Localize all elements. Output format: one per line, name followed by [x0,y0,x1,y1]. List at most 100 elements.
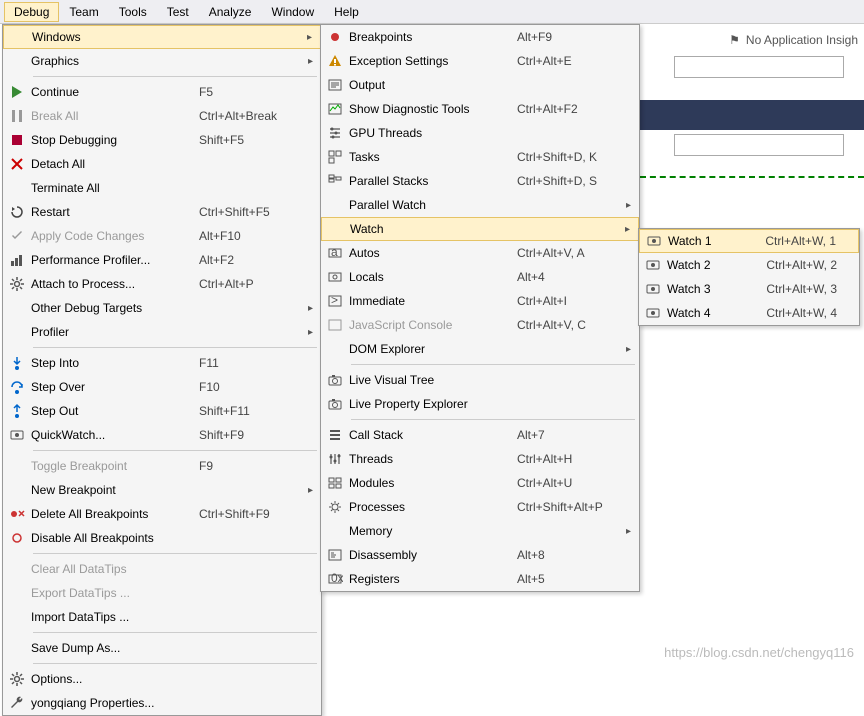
separator [33,347,317,348]
menuitem-dom-explorer[interactable]: DOM Explorer▸ [321,337,639,361]
menuitem-label: Watch 1 [668,234,765,248]
menuitem-call-stack[interactable]: Call StackAlt+7 [321,423,639,447]
menuitem-step-out[interactable]: Step OutShift+F11 [3,399,321,423]
menuitem-memory[interactable]: Memory▸ [321,519,639,543]
menuitem-parallel-stacks[interactable]: Parallel StacksCtrl+Shift+D, S [321,169,639,193]
menuitem-step-into[interactable]: Step IntoF11 [3,351,321,375]
menu-analyze[interactable]: Analyze [199,2,262,22]
menuitem-attach-to-process[interactable]: Attach to Process...Ctrl+Alt+P [3,272,321,296]
menuitem-import-datatips[interactable]: Import DataTips ... [3,605,321,629]
menu-tools[interactable]: Tools [109,2,157,22]
shortcut: Ctrl+Alt+H [517,452,617,466]
menuitem-immediate[interactable]: >ImmediateCtrl+Alt+I [321,289,639,313]
menuitem-label: Profiler [31,325,199,339]
shortcut: Ctrl+Alt+W, 4 [766,306,837,320]
menuitem-watch[interactable]: Watch▸ [321,217,639,241]
menuitem-breakpoints[interactable]: BreakpointsAlt+F9 [321,25,639,49]
menuitem-label: Performance Profiler... [31,253,199,267]
menuitem-javascript-console: JavaScript ConsoleCtrl+Alt+V, C [321,313,639,337]
shortcut: Alt+5 [517,572,617,586]
menuitem-threads[interactable]: ThreadsCtrl+Alt+H [321,447,639,471]
menuitem-continue[interactable]: ContinueF5 [3,80,321,104]
menuitem-label: Registers [349,572,517,586]
stop-icon [3,132,31,148]
shortcut: Alt+F2 [199,253,299,267]
gpu-icon [321,125,349,141]
menuitem-toggle-breakpoint: Toggle BreakpointF9 [3,454,321,478]
menuitem-save-dump-as[interactable]: Save Dump As... [3,636,321,660]
menuitem-other-debug-targets[interactable]: Other Debug Targets▸ [3,296,321,320]
menuitem-label: Step Over [31,380,199,394]
menuitem-label: Step Out [31,404,199,418]
menuitem-label: Terminate All [31,181,199,195]
submenu-arrow-icon: ▸ [616,224,630,235]
menu-test[interactable]: Test [157,2,199,22]
gear-icon [3,671,31,687]
menuitem-label: Attach to Process... [31,277,199,291]
menuitem-show-diagnostic-tools[interactable]: Show Diagnostic ToolsCtrl+Alt+F2 [321,97,639,121]
menuitem-watch-4[interactable]: Watch 4Ctrl+Alt+W, 4 [639,301,859,325]
menuitem-modules[interactable]: ModulesCtrl+Alt+U [321,471,639,495]
stepinto-icon [3,355,31,371]
shortcut: Alt+F9 [517,30,617,44]
submenu-arrow-icon: ▸ [299,303,313,314]
menuitem-step-over[interactable]: Step OverF10 [3,375,321,399]
menu-window[interactable]: Window [261,2,324,22]
menuitem-performance-profiler[interactable]: Performance Profiler...Alt+F2 [3,248,321,272]
menuitem-label: Break All [31,109,199,123]
menuitem-registers[interactable]: 0xRegistersAlt+5 [321,567,639,591]
menuitem-label: Options... [31,672,199,686]
menuitem-options[interactable]: Options... [3,667,321,691]
shortcut: Ctrl+Alt+W, 2 [766,258,837,272]
menuitem-watch-1[interactable]: Watch 1Ctrl+Alt+W, 1 [639,229,859,253]
shortcut: Alt+F10 [199,229,299,243]
menuitem-locals[interactable]: LocalsAlt+4 [321,265,639,289]
menu-help[interactable]: Help [324,2,369,22]
menuitem-autos[interactable]: aAutosCtrl+Alt+V, A [321,241,639,265]
menuitem-graphics[interactable]: Graphics▸ [3,49,321,73]
submenu-arrow-icon: ▸ [299,485,313,496]
menuitem-terminate-all[interactable]: Terminate All [3,176,321,200]
menuitem-live-visual-tree[interactable]: Live Visual Tree [321,368,639,392]
shortcut: Ctrl+Shift+D, K [517,150,617,164]
apply-icon [3,228,31,244]
menuitem-parallel-watch[interactable]: Parallel Watch▸ [321,193,639,217]
menuitem-label: Watch 4 [667,306,766,320]
diag-icon [321,101,349,117]
menuitem-delete-all-breakpoints[interactable]: Delete All BreakpointsCtrl+Shift+F9 [3,502,321,526]
watch-icon [3,427,31,443]
toolbar-dropdown[interactable] [674,56,844,78]
menuitem-label: Disable All Breakpoints [31,531,199,545]
x-icon [3,156,31,172]
menuitem-watch-3[interactable]: Watch 3Ctrl+Alt+W, 3 [639,277,859,301]
menuitem-windows[interactable]: Windows▸ [3,25,321,49]
menuitem-quickwatch[interactable]: QuickWatch...Shift+F9 [3,423,321,447]
menu-debug[interactable]: Debug [4,2,59,22]
menuitem-label: DOM Explorer [349,342,517,356]
menuitem-label: Step Into [31,356,199,370]
menuitem-processes[interactable]: ProcessesCtrl+Shift+Alt+P [321,495,639,519]
menuitem-exception-settings[interactable]: Exception SettingsCtrl+Alt+E [321,49,639,73]
menuitem-new-breakpoint[interactable]: New Breakpoint▸ [3,478,321,502]
menuitem-disable-all-breakpoints[interactable]: Disable All Breakpoints [3,526,321,550]
separator [33,553,317,554]
menuitem-label: Autos [349,246,517,260]
menuitem-label: Windows [32,30,198,44]
menuitem-tasks[interactable]: TasksCtrl+Shift+D, K [321,145,639,169]
shortcut: Alt+7 [517,428,617,442]
menuitem-label: yongqiang Properties... [31,696,199,710]
menuitem-gpu-threads[interactable]: GPU Threads [321,121,639,145]
scope-dropdown[interactable] [674,134,844,156]
menuitem-yongqiang-properties[interactable]: yongqiang Properties... [3,691,321,715]
separator [33,632,317,633]
menuitem-watch-2[interactable]: Watch 2Ctrl+Alt+W, 2 [639,253,859,277]
menuitem-profiler[interactable]: Profiler▸ [3,320,321,344]
menuitem-live-property-explorer[interactable]: Live Property Explorer [321,392,639,416]
menuitem-detach-all[interactable]: Detach All [3,152,321,176]
menu-team[interactable]: Team [59,2,108,22]
separator [351,419,635,420]
menuitem-disassembly[interactable]: DisassemblyAlt+8 [321,543,639,567]
menuitem-output[interactable]: Output [321,73,639,97]
menuitem-stop-debugging[interactable]: Stop DebuggingShift+F5 [3,128,321,152]
menuitem-restart[interactable]: RestartCtrl+Shift+F5 [3,200,321,224]
